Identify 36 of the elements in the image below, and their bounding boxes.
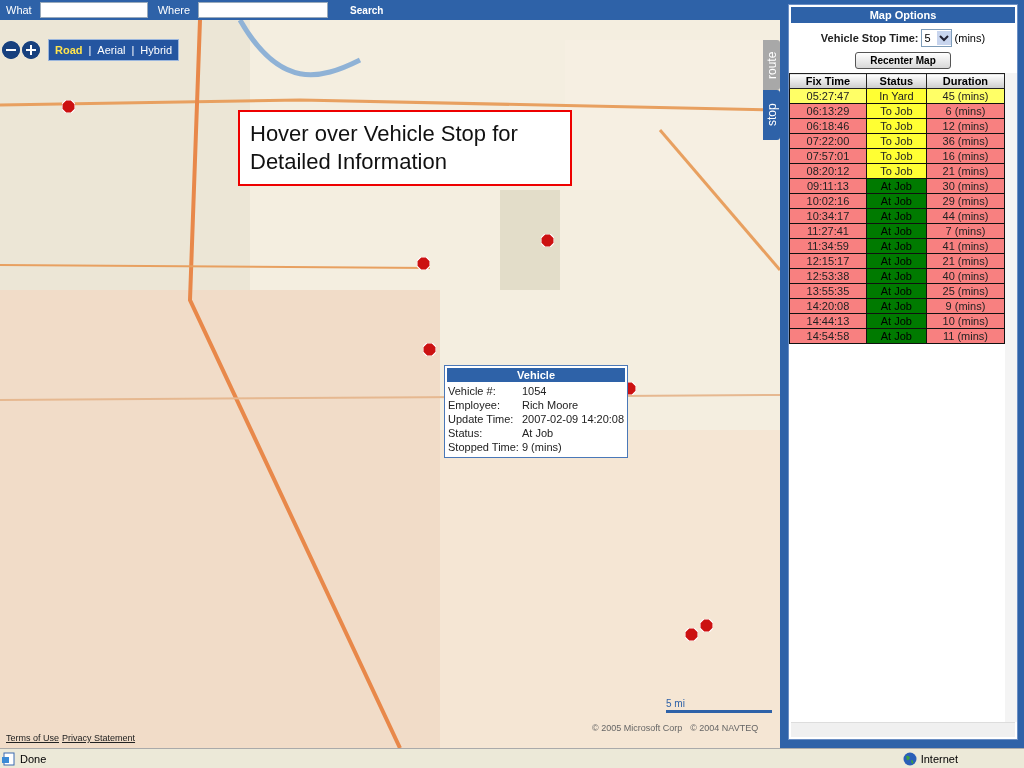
field-label: Update Time: [448,413,515,426]
recenter-button[interactable]: Recenter Map [855,52,951,69]
field-value: 9 (mins) [521,441,563,454]
field-label: Employee: [448,399,501,412]
stop-time-dropdown[interactable]: 5 [921,29,952,47]
what-label: What [6,4,32,16]
footer-link[interactable]: Privacy Statement [62,733,136,743]
where-label: Where [157,4,191,16]
field-label: Vehicle #: [448,385,497,398]
field-label: Stopped Time: [448,441,519,454]
separator: | [131,44,135,56]
copyright-text: © 2004 NAVTEQ [690,723,759,733]
zone-text: Internet [920,752,958,765]
side-tab[interactable]: stop [763,90,780,140]
hint-callout: Hover over Vehicle Stop for Detailed Information [238,110,572,186]
column-header: Fix Time [789,73,867,89]
stop-time-label: Vehicle Stop Time: [820,32,919,44]
field-value: At Job [521,427,555,440]
column-header: Status [866,73,927,89]
column-header: Duration [926,73,1005,89]
status-text: Done [20,752,47,765]
scale-label: 5 mi [666,698,686,709]
panel-title: Map Options [791,7,1015,23]
field-label: Status: [448,427,484,440]
field-value: 1054 [521,385,548,398]
footer-link[interactable]: Terms of Use [6,733,59,743]
separator: | [88,44,92,56]
map-style-link[interactable]: Road [55,44,83,56]
copyright-text: © 2005 Microsoft Corp [592,723,683,733]
popup-title: Vehicle [447,368,626,382]
field-value: Rich Moore [521,399,580,412]
map-style-link[interactable]: Hybrid [140,44,173,56]
search-button[interactable]: Search [350,4,384,16]
map-style-link[interactable]: Aerial [97,44,126,56]
unit-label: (mins) [954,32,986,44]
field-value: 2007-02-09 14:20:08 [521,413,625,426]
